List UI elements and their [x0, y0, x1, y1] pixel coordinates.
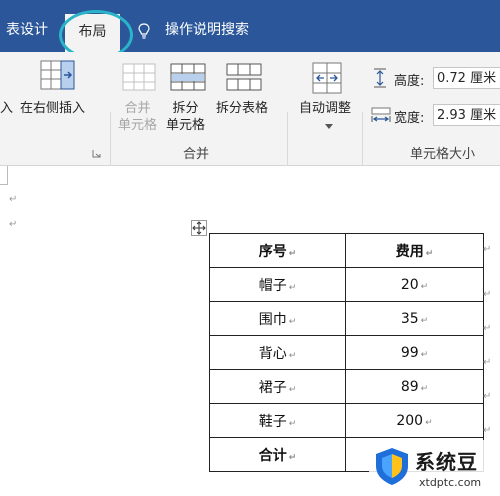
autofit-button[interactable]: 自动调整 — [299, 100, 351, 117]
table-header-row: 序号 ↵ 费用 ↵ — [209, 233, 484, 268]
row-height-icon — [374, 68, 386, 88]
table-header-cell[interactable]: 费用 ↵ — [345, 233, 484, 268]
end-of-row-mark: ↵ — [483, 391, 492, 402]
merge-cells-icon — [122, 63, 156, 91]
chevron-down-icon[interactable] — [325, 124, 333, 129]
split-cells-button[interactable]: 拆分 单元格 — [166, 100, 205, 134]
table-row: 鞋子 ↵ 200 ↵ — [209, 403, 484, 438]
table-row: 裙子 ↵ 89 ↵ — [209, 369, 484, 404]
group-label-cell-size: 单元格大小 — [410, 147, 476, 162]
split-table-icon — [226, 63, 262, 91]
margin-corner — [0, 166, 8, 185]
watermark-logo: 系统豆 xtdptc.com — [369, 440, 500, 496]
column-width-icon — [371, 107, 391, 122]
end-of-row-mark: ↵ — [483, 323, 492, 334]
end-of-row-mark: ↵ — [483, 289, 492, 300]
merge-cells-button[interactable]: 合并 单元格 — [118, 100, 157, 134]
end-of-row-mark: ↵ — [483, 357, 492, 368]
split-cells-label-1: 拆分 — [172, 101, 199, 116]
table-move-handle-icon[interactable] — [191, 220, 207, 236]
height-input[interactable]: 0.72 厘米 — [433, 67, 500, 89]
table-cell[interactable]: 背心 ↵ — [209, 335, 346, 370]
split-cells-icon — [170, 63, 206, 91]
table-cell[interactable]: 裙子 ↵ — [209, 369, 346, 404]
shield-logo-icon — [376, 448, 408, 485]
paragraph-mark: ↵ — [9, 219, 18, 230]
paragraph-mark: ↵ — [9, 194, 18, 205]
insert-right-icon — [40, 60, 75, 90]
watermark-title: 系统豆 — [415, 450, 478, 474]
watermark-url: xtdptc.com — [419, 476, 482, 489]
table-cell[interactable]: 合计 ↵ — [209, 437, 346, 472]
table-cell[interactable]: 围巾 ↵ — [209, 301, 346, 336]
dialog-launcher-icon[interactable] — [92, 149, 101, 158]
split-table-button[interactable]: 拆分表格 — [216, 100, 268, 117]
insert-left-button[interactable]: 入 — [0, 100, 13, 117]
insert-right-button[interactable]: 在右侧插入 — [20, 100, 85, 117]
ribbon-layout: 入 在右侧插入 合并 单元格 拆分 单元格 拆分表格 合并 自动调整 高度: 0… — [0, 52, 500, 212]
table-cell[interactable]: 帽子 ↵ — [209, 267, 346, 302]
table-cell[interactable]: 鞋子 ↵ — [209, 403, 346, 438]
end-of-row-mark: ↵ — [483, 425, 492, 436]
table-cell[interactable]: 89 ↵ — [345, 369, 484, 404]
group-label-merge: 合并 — [183, 147, 210, 162]
table-cell[interactable]: 99 ↵ — [345, 335, 484, 370]
table-row: 帽子 ↵ 20 ↵ — [209, 267, 484, 302]
width-input[interactable]: 2.93 厘米 — [433, 104, 500, 126]
table-row: 围巾 ↵ 35 ↵ — [209, 301, 484, 336]
height-label: 高度: — [394, 74, 425, 89]
merge-cells-label-1: 合并 — [124, 101, 151, 116]
table-cell[interactable]: 35 ↵ — [345, 301, 484, 336]
table-cell[interactable]: 200 ↵ — [345, 403, 484, 438]
lightbulb-icon — [138, 23, 150, 39]
table-row: 背心 ↵ 99 ↵ — [209, 335, 484, 370]
end-of-row-mark: ↵ — [483, 244, 492, 255]
tell-me-search[interactable]: 操作说明搜索 — [165, 0, 249, 52]
autofit-icon — [312, 62, 342, 94]
table-cell[interactable]: 20 ↵ — [345, 267, 484, 302]
split-cells-label-2: 单元格 — [166, 118, 206, 133]
tab-table-design[interactable]: 表设计 — [6, 0, 48, 52]
data-table: 序号 ↵ 费用 ↵ 帽子 ↵ 20 ↵ 围巾 ↵ 35 ↵ 背心 ↵ 99 ↵ 裙子 ↵ 89 ↵ … — [209, 233, 484, 472]
width-label: 宽度: — [394, 111, 425, 126]
merge-cells-label-2: 单元格 — [118, 118, 158, 133]
table-header-cell[interactable]: 序号 ↵ — [209, 233, 346, 268]
